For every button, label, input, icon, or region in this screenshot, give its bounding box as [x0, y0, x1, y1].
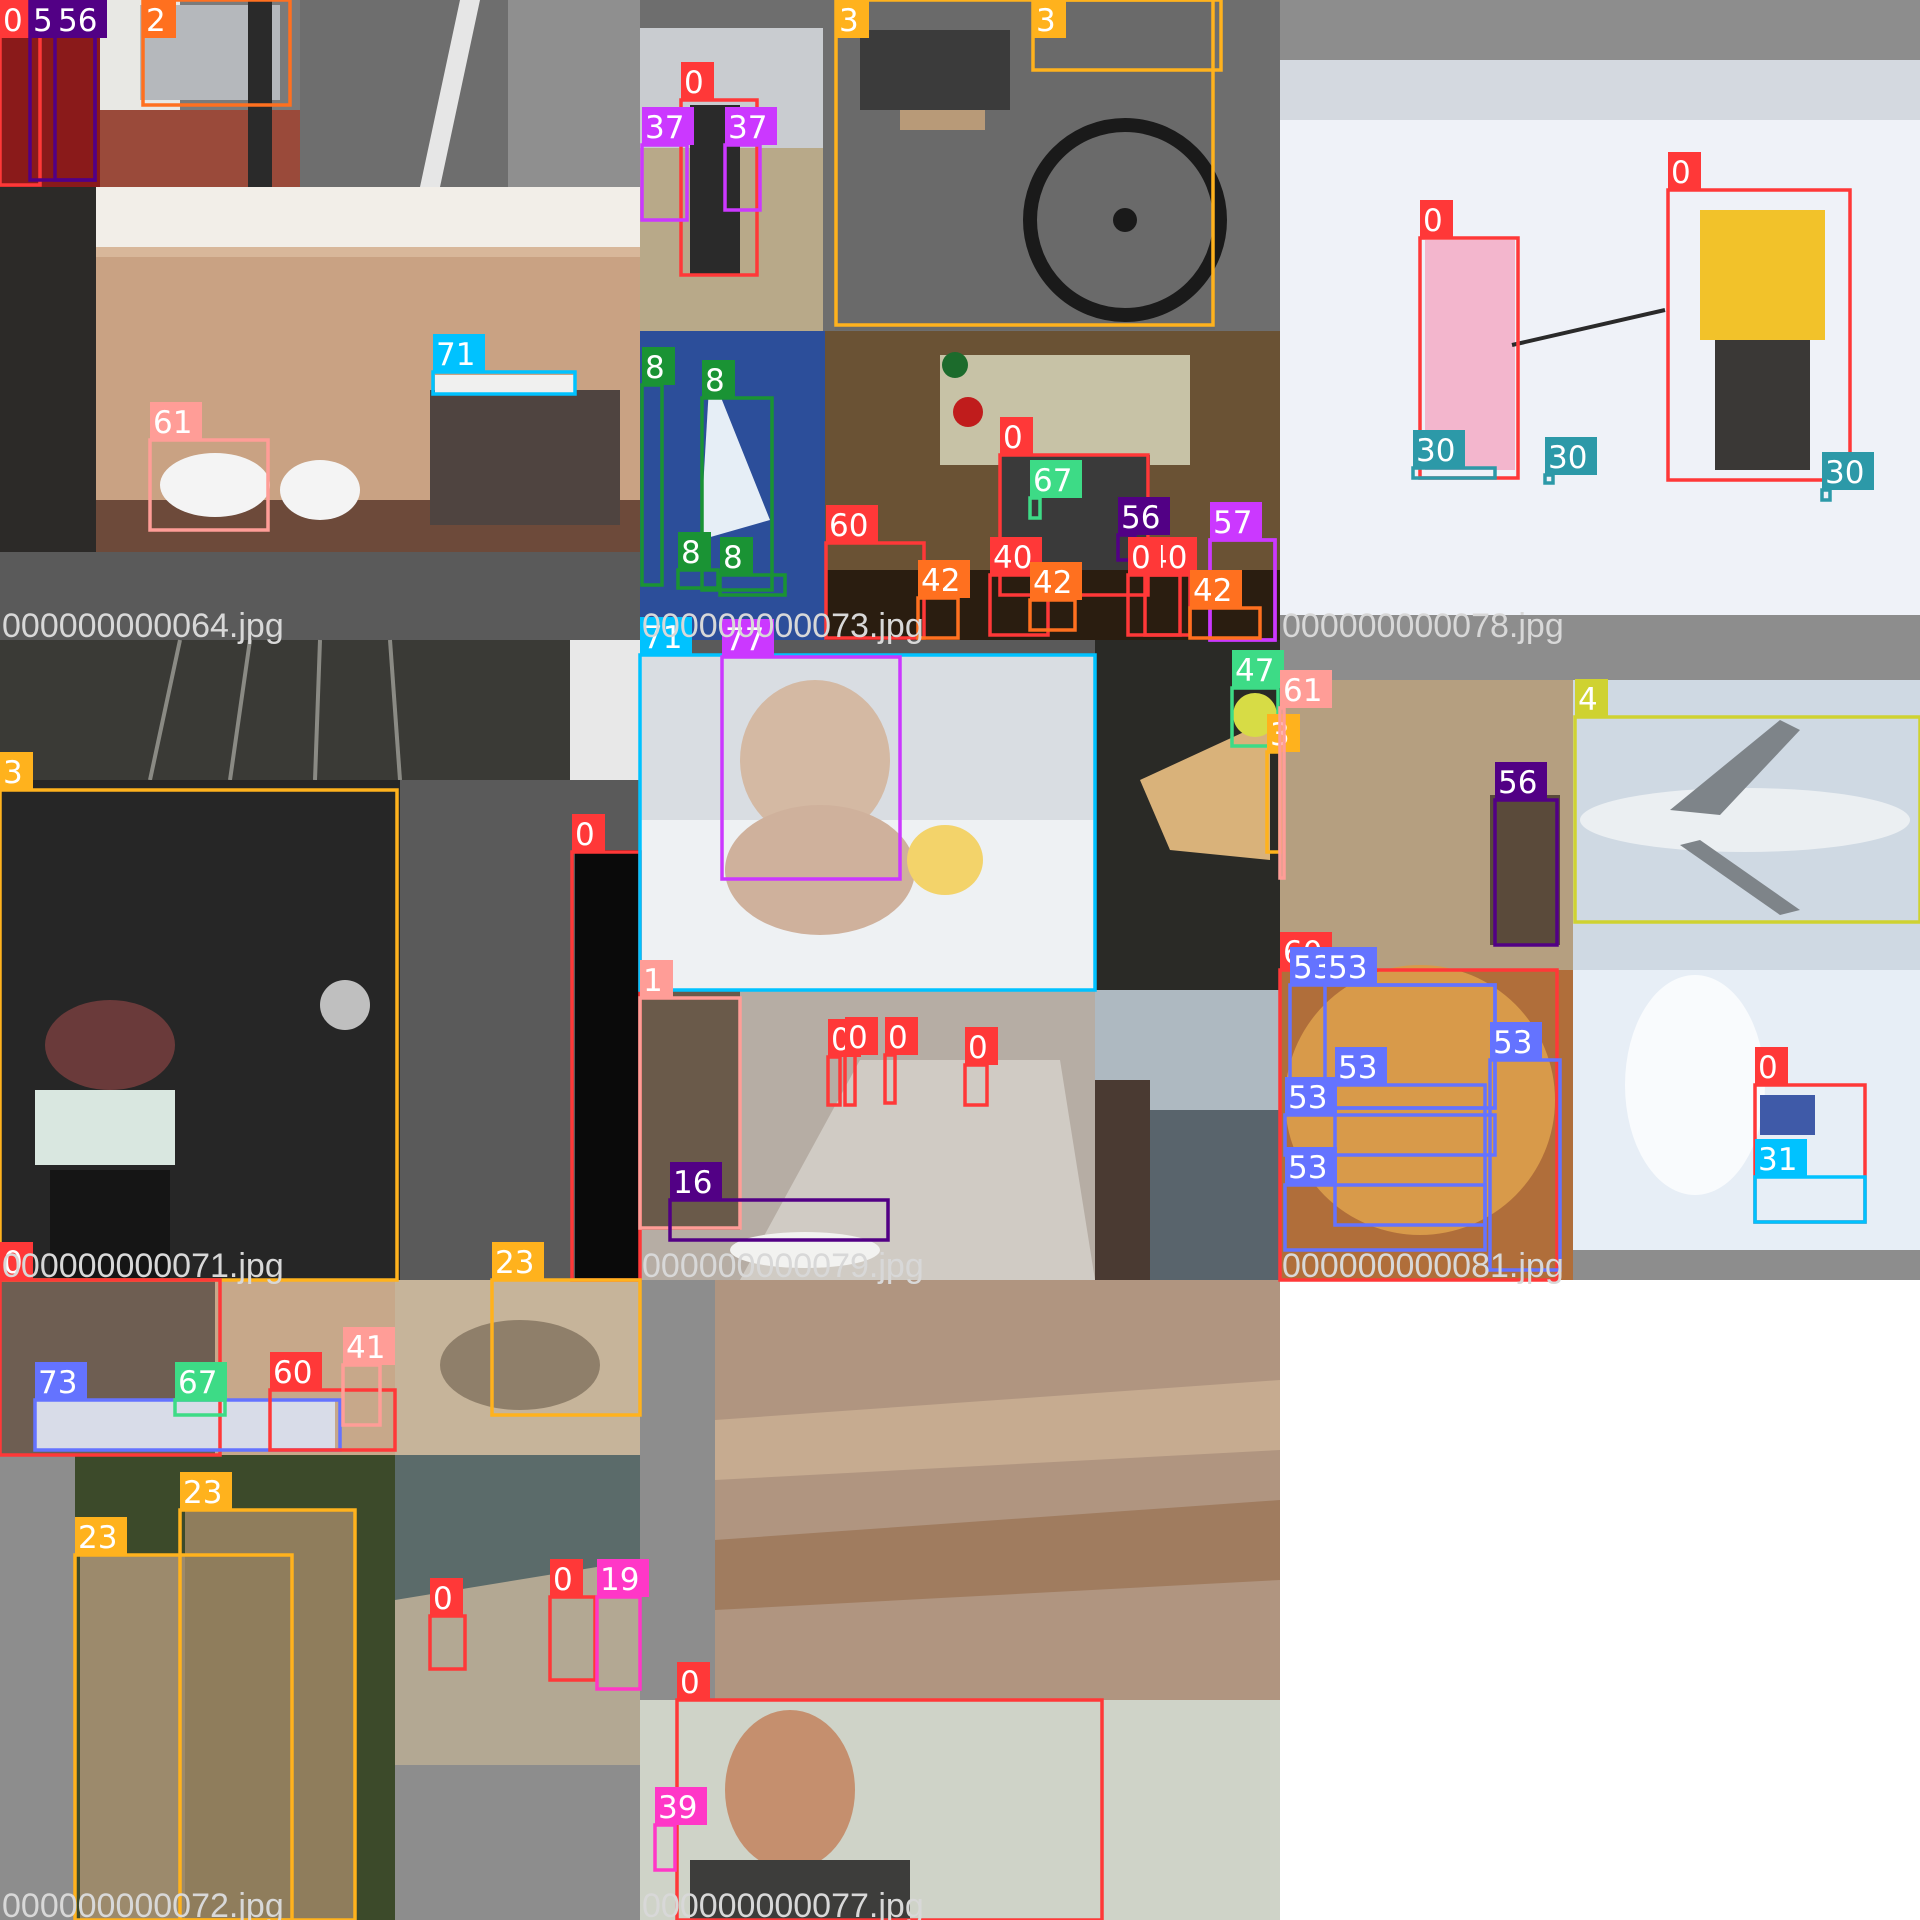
class-label: 3 — [839, 3, 859, 39]
class-label: 0 — [848, 1020, 868, 1056]
class-label: 37 — [645, 110, 684, 146]
class-label: 53 — [1288, 1080, 1327, 1116]
class-label: 60 — [273, 1355, 312, 1391]
class-label: 56 — [1121, 500, 1160, 536]
class-label: 42 — [1193, 573, 1232, 609]
class-label: 19 — [600, 1562, 639, 1598]
class-label: 57 — [1213, 505, 1252, 541]
class-label: 53 — [1493, 1025, 1532, 1061]
class-label: 2 — [146, 3, 166, 39]
class-label: 0 — [684, 65, 704, 101]
class-label: 0 — [1423, 203, 1443, 239]
class-label: 30 — [1548, 440, 1587, 476]
class-label: 23 — [78, 1520, 117, 1556]
class-label: 40 — [993, 540, 1032, 576]
class-label: 0 — [1003, 420, 1023, 456]
class-label: 8 — [705, 363, 725, 399]
filename-label: 000000000064.jpg — [2, 607, 284, 645]
class-label: 39 — [658, 1790, 697, 1826]
class-label: 37 — [728, 110, 767, 146]
class-label: 61 — [153, 405, 192, 441]
class-label: 23 — [183, 1475, 222, 1511]
class-label: 0 — [1758, 1050, 1778, 1086]
tiled-floor-photo — [715, 1280, 1280, 1700]
class-label: 56 — [1498, 765, 1537, 801]
class-label: 0 — [553, 1562, 573, 1598]
class-label: 73 — [38, 1365, 77, 1401]
filename-label: 000000000078.jpg — [1282, 607, 1564, 645]
class-label: 0 — [680, 1665, 700, 1701]
class-label: 41 — [346, 1330, 385, 1366]
filename-label: 000000000079.jpg — [642, 1247, 924, 1285]
class-label: 53 — [1328, 950, 1367, 986]
tile-000000000078 — [1280, 0, 1920, 640]
class-label: 0 — [888, 1020, 908, 1056]
class-label: 53 — [1288, 1150, 1327, 1186]
empty-tile — [1280, 1280, 1920, 1920]
class-label: 60 — [829, 508, 868, 544]
tile-000000000077 — [640, 1280, 1280, 1920]
class-label: 0 — [968, 1030, 988, 1066]
filename-label: 000000000073.jpg — [642, 607, 924, 645]
class-label: 3 — [3, 755, 23, 791]
class-label: 30 — [1825, 455, 1864, 491]
class-label: 0 — [1671, 155, 1691, 191]
class-label: 56 — [58, 3, 97, 39]
railway-photo — [0, 640, 570, 780]
class-label: 67 — [178, 1365, 217, 1401]
class-label: 61 — [1283, 673, 1322, 709]
filename-label: 000000000077.jpg — [642, 1887, 924, 1920]
class-label: 0 — [1131, 540, 1151, 576]
class-label: 8 — [681, 535, 701, 571]
class-label: 31 — [1758, 1142, 1797, 1178]
training-batch-mosaic: 0565627161037373388880675657576040400424… — [0, 0, 1920, 1920]
class-label: 3 — [1036, 3, 1056, 39]
class-label: 42 — [1033, 565, 1072, 601]
class-label: 8 — [723, 540, 743, 576]
class-label: 47 — [1235, 653, 1274, 689]
class-label: 1 — [643, 963, 663, 999]
class-label: 30 — [1416, 433, 1455, 469]
class-label: 0 — [575, 817, 595, 853]
class-label: 23 — [495, 1245, 534, 1281]
class-label: 42 — [921, 563, 960, 599]
class-label: 0 — [3, 3, 23, 39]
tile-000000000079 — [640, 640, 1280, 1280]
class-label: 67 — [1033, 463, 1072, 499]
filename-label: 000000000072.jpg — [2, 1887, 284, 1920]
class-label: 16 — [673, 1165, 712, 1201]
class-label: 53 — [1338, 1050, 1377, 1086]
filename-label: 000000000071.jpg — [2, 1247, 284, 1285]
tile-000000000071 — [0, 639, 640, 1280]
class-label: 0 — [433, 1581, 453, 1617]
filename-label: 000000000081.jpg — [1282, 1247, 1564, 1285]
class-label: 71 — [436, 337, 475, 373]
class-label: 4 — [1578, 682, 1598, 718]
class-label: 8 — [645, 350, 665, 386]
